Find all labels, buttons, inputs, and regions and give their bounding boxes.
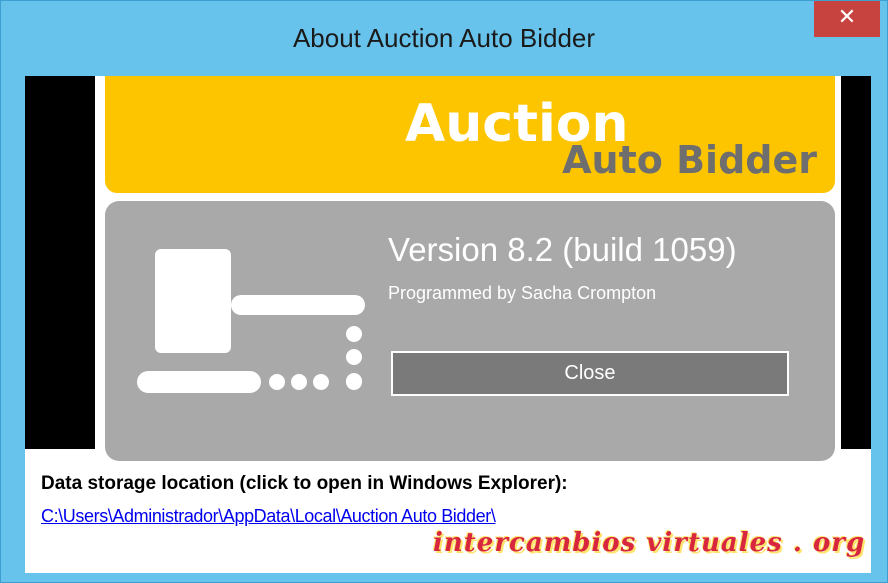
watermark-text: intercambios virtuales . org	[433, 528, 866, 558]
version-text: Version 8.2 (build 1059)	[388, 231, 737, 268]
programmer-credit: Programmed by Sacha Crompton	[388, 283, 657, 303]
brand-banner: Auction Auto Bidder	[105, 76, 835, 193]
close-button[interactable]: Close	[391, 351, 789, 396]
storage-path-link[interactable]: C:\Users\Administrador\AppData\Local\Auc…	[41, 506, 496, 527]
info-panel: Version 8.2 (build 1059) Programmed by S…	[105, 201, 835, 461]
storage-location-label: Data storage location (click to open in …	[41, 473, 568, 494]
window-title: About Auction Auto Bidder	[292, 23, 596, 53]
title-bar[interactable]: About Auction Auto Bidder ✕	[1, 1, 887, 76]
about-content: Auction Auto Bidder Version 8.2 (build 1…	[95, 76, 841, 461]
client-area: Auction Auto Bidder Version 8.2 (build 1…	[25, 76, 871, 573]
window-close-button[interactable]: ✕	[814, 1, 880, 37]
brand-title-auto-bidder: Auto Bidder	[562, 138, 817, 182]
about-window: About Auction Auto Bidder ✕ Auction Auto…	[0, 0, 888, 583]
gavel-icon	[137, 249, 365, 393]
